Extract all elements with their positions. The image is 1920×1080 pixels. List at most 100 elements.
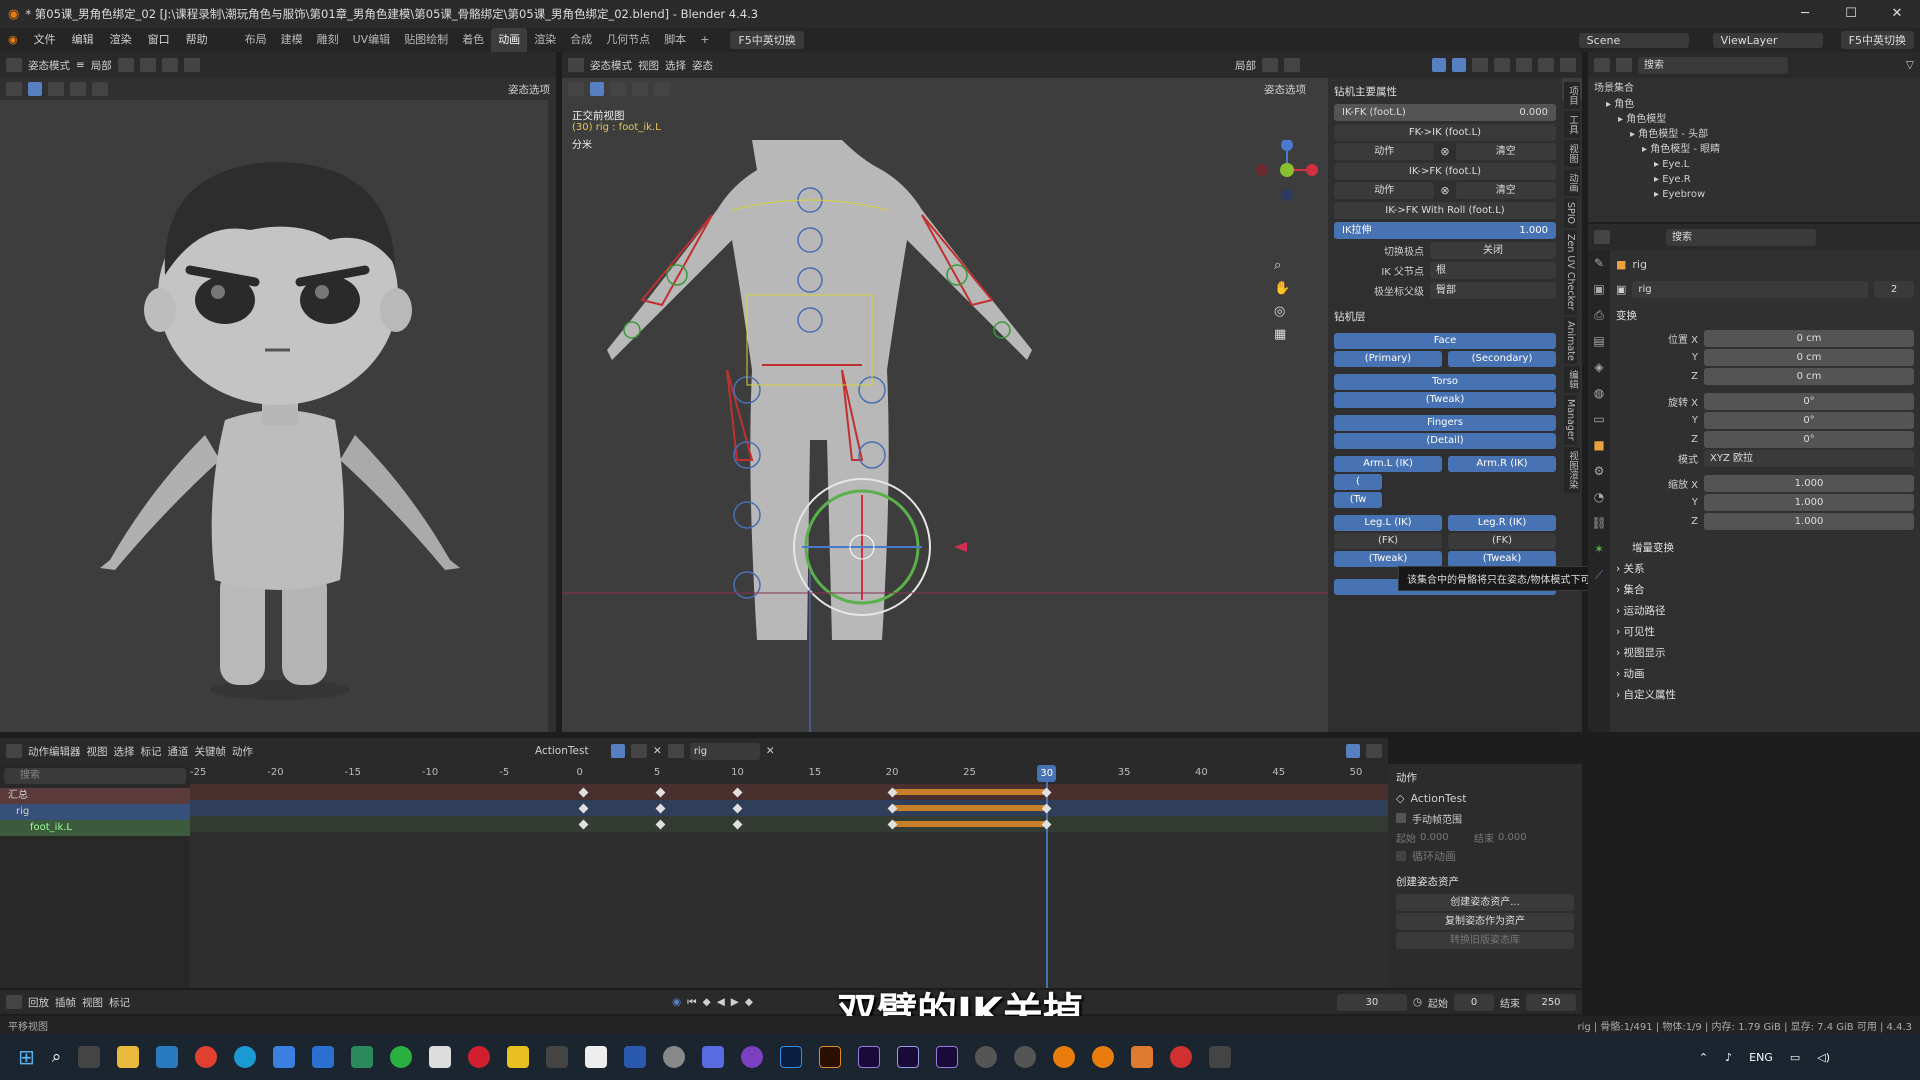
rotation-x[interactable]: 0° — [1704, 393, 1914, 410]
layer-torso-button[interactable]: Torso — [1334, 374, 1556, 390]
keyframe[interactable] — [655, 819, 666, 830]
outliner-item[interactable]: ▸ Eyebrow — [1594, 187, 1914, 202]
outliner-item[interactable]: ▸ 角色 — [1594, 97, 1914, 112]
tab-animation[interactable]: 动画 — [1564, 169, 1580, 196]
wechat-icon[interactable] — [390, 1046, 413, 1068]
edge-icon[interactable] — [234, 1046, 257, 1068]
file-explorer-icon[interactable] — [117, 1046, 140, 1068]
menu-key[interactable]: 关键帧 — [195, 744, 227, 759]
keyframe[interactable] — [655, 787, 666, 798]
menu-view[interactable]: 视图 — [638, 58, 659, 73]
editor-type-icon[interactable] — [568, 58, 584, 72]
collection-tab-icon[interactable]: ▭ — [1588, 406, 1610, 432]
rotation-z[interactable]: 0° — [1704, 431, 1914, 448]
end-value[interactable]: 0.000 — [1498, 832, 1527, 843]
fk-to-ik-clear-button[interactable]: 清空 — [1455, 143, 1556, 160]
tab-tool[interactable]: 工具 — [1564, 111, 1580, 138]
media-encoder-icon[interactable] — [936, 1046, 959, 1068]
xray-icon[interactable] — [1472, 58, 1488, 72]
rig-layers-header[interactable]: 钻机层 — [1334, 307, 1556, 327]
menu-window[interactable]: 窗口 — [140, 28, 178, 52]
left-3d-viewport[interactable] — [0, 100, 548, 732]
app-icon[interactable] — [351, 1046, 374, 1068]
keyframe[interactable] — [732, 803, 743, 814]
tab-shading[interactable]: 着色 — [455, 28, 491, 52]
layer-arm-r-ik-button[interactable]: Arm.R (IK) — [1448, 456, 1556, 472]
tab-geometry-nodes[interactable]: 几何节点 — [599, 28, 657, 52]
slot-selector[interactable]: rig — [689, 742, 760, 760]
physics-tab-icon[interactable]: ◔ — [1588, 484, 1610, 510]
main-mode-select[interactable]: 姿态模式 — [590, 58, 632, 73]
left-local-select[interactable]: 局部 — [91, 58, 112, 73]
tab-view-render[interactable]: 视图渲染 — [1564, 447, 1580, 494]
fk-to-ik-action-button[interactable]: 动作 — [1334, 143, 1435, 160]
fake-user-icon[interactable] — [611, 744, 625, 758]
outliner-item[interactable]: ▸ 角色模型 - 眼睛 — [1594, 142, 1914, 157]
copy-pose-asset-button[interactable]: 复制姿态作为资产 — [1396, 913, 1574, 930]
layer-leg-l-fk-button[interactable]: (FK) — [1334, 533, 1442, 549]
menu-channel[interactable]: 通道 — [168, 744, 189, 759]
layer-arm-l-fk-button[interactable]: ( — [1334, 474, 1382, 490]
output-tab-icon[interactable]: ⎙ — [1588, 302, 1610, 328]
tab-animation[interactable]: 动画 — [491, 28, 528, 52]
remove-icon[interactable]: ⊗ — [1440, 184, 1449, 197]
outliner-item[interactable]: ▸ 角色模型 - 头部 — [1594, 127, 1914, 142]
qq-icon[interactable] — [429, 1046, 452, 1068]
layer-arm-l-tweak-button[interactable]: (Tw — [1334, 492, 1382, 508]
after-effects-icon[interactable] — [897, 1046, 920, 1068]
transform-section[interactable]: 变换 — [1616, 306, 1914, 326]
select-tool-icon[interactable] — [6, 82, 22, 96]
pan-hand-icon[interactable]: ✋ — [1274, 277, 1290, 300]
channel-rig[interactable]: rig — [0, 804, 190, 820]
menu-select[interactable]: 选择 — [114, 744, 135, 759]
select-extend-icon[interactable] — [610, 82, 626, 96]
main-3d-viewport[interactable]: 正交前视图 (30) rig : foot_ik.L 分米 ⌕ ✋ ◎ ▦ — [562, 100, 1328, 732]
netease-music-icon[interactable] — [468, 1046, 491, 1068]
manual-range-checkbox[interactable] — [1396, 813, 1406, 823]
app-icon[interactable] — [1209, 1046, 1232, 1068]
scene-tab-icon[interactable]: ◈ — [1588, 354, 1610, 380]
select-tool-icon[interactable] — [568, 82, 584, 96]
editor-type-icon[interactable] — [6, 744, 22, 758]
menu-edit[interactable]: 编辑 — [64, 28, 102, 52]
shading-wire-icon[interactable] — [1494, 58, 1510, 72]
layer-face-button[interactable]: Face — [1334, 333, 1556, 349]
toggle-pole-button[interactable]: 关闭 — [1430, 242, 1556, 259]
filter-icon[interactable]: ▽ — [1906, 59, 1914, 71]
tab-compositing[interactable]: 合成 — [563, 28, 599, 52]
overlay-icon[interactable] — [183, 58, 200, 72]
pole-parent-select[interactable]: 臀部 — [1430, 282, 1556, 299]
layer-arm-l-ik-button[interactable]: Arm.L (IK) — [1334, 456, 1442, 472]
proportional-icon[interactable] — [139, 58, 156, 72]
left-mode-select[interactable]: 姿态模式 — [28, 58, 70, 73]
editor-type-icon[interactable] — [1594, 58, 1610, 72]
outliner-item[interactable]: ▸ 角色模型 — [1594, 112, 1914, 127]
app-icon[interactable] — [741, 1046, 764, 1068]
windows-start-icon[interactable]: ⊞ — [18, 1045, 35, 1069]
fk-to-ik-button[interactable]: FK->IK (foot.L) — [1334, 124, 1556, 141]
app-icon[interactable] — [1014, 1046, 1037, 1068]
mic-icon[interactable]: ♪ — [1725, 1051, 1732, 1064]
outliner-search[interactable]: 搜索 — [1638, 56, 1788, 74]
keyframe[interactable] — [732, 819, 743, 830]
select-intersect-icon[interactable] — [92, 82, 108, 96]
property-section[interactable]: › 可见性 — [1616, 622, 1914, 642]
app-icon[interactable] — [312, 1046, 335, 1068]
tab-scripting[interactable]: 脚本 — [657, 28, 693, 52]
app-icon[interactable] — [585, 1046, 608, 1068]
app-icon[interactable] — [975, 1046, 998, 1068]
keyframe[interactable] — [1041, 787, 1052, 798]
property-section[interactable]: › 关系 — [1616, 559, 1914, 579]
layer-leg-l-ik-button[interactable]: Leg.L (IK) — [1334, 515, 1442, 531]
tab-uv[interactable]: UV编辑 — [346, 28, 398, 52]
ime-toggle[interactable]: F5中英切换 — [730, 31, 804, 49]
app-icon[interactable] — [1131, 1046, 1154, 1068]
scale-z[interactable]: 1.000 — [1704, 513, 1914, 530]
object-tab-icon[interactable]: ■ — [1588, 432, 1610, 458]
armature-data-tab-icon[interactable]: ✶ — [1588, 536, 1610, 562]
layer-leg-l-tweak-button[interactable]: (Tweak) — [1334, 551, 1442, 567]
tab-item[interactable]: 项目 — [1564, 82, 1580, 109]
create-pose-asset-button[interactable]: 创建姿态资产... — [1396, 894, 1574, 911]
filter-icon[interactable] — [1366, 744, 1382, 758]
keyframe[interactable] — [732, 787, 743, 798]
